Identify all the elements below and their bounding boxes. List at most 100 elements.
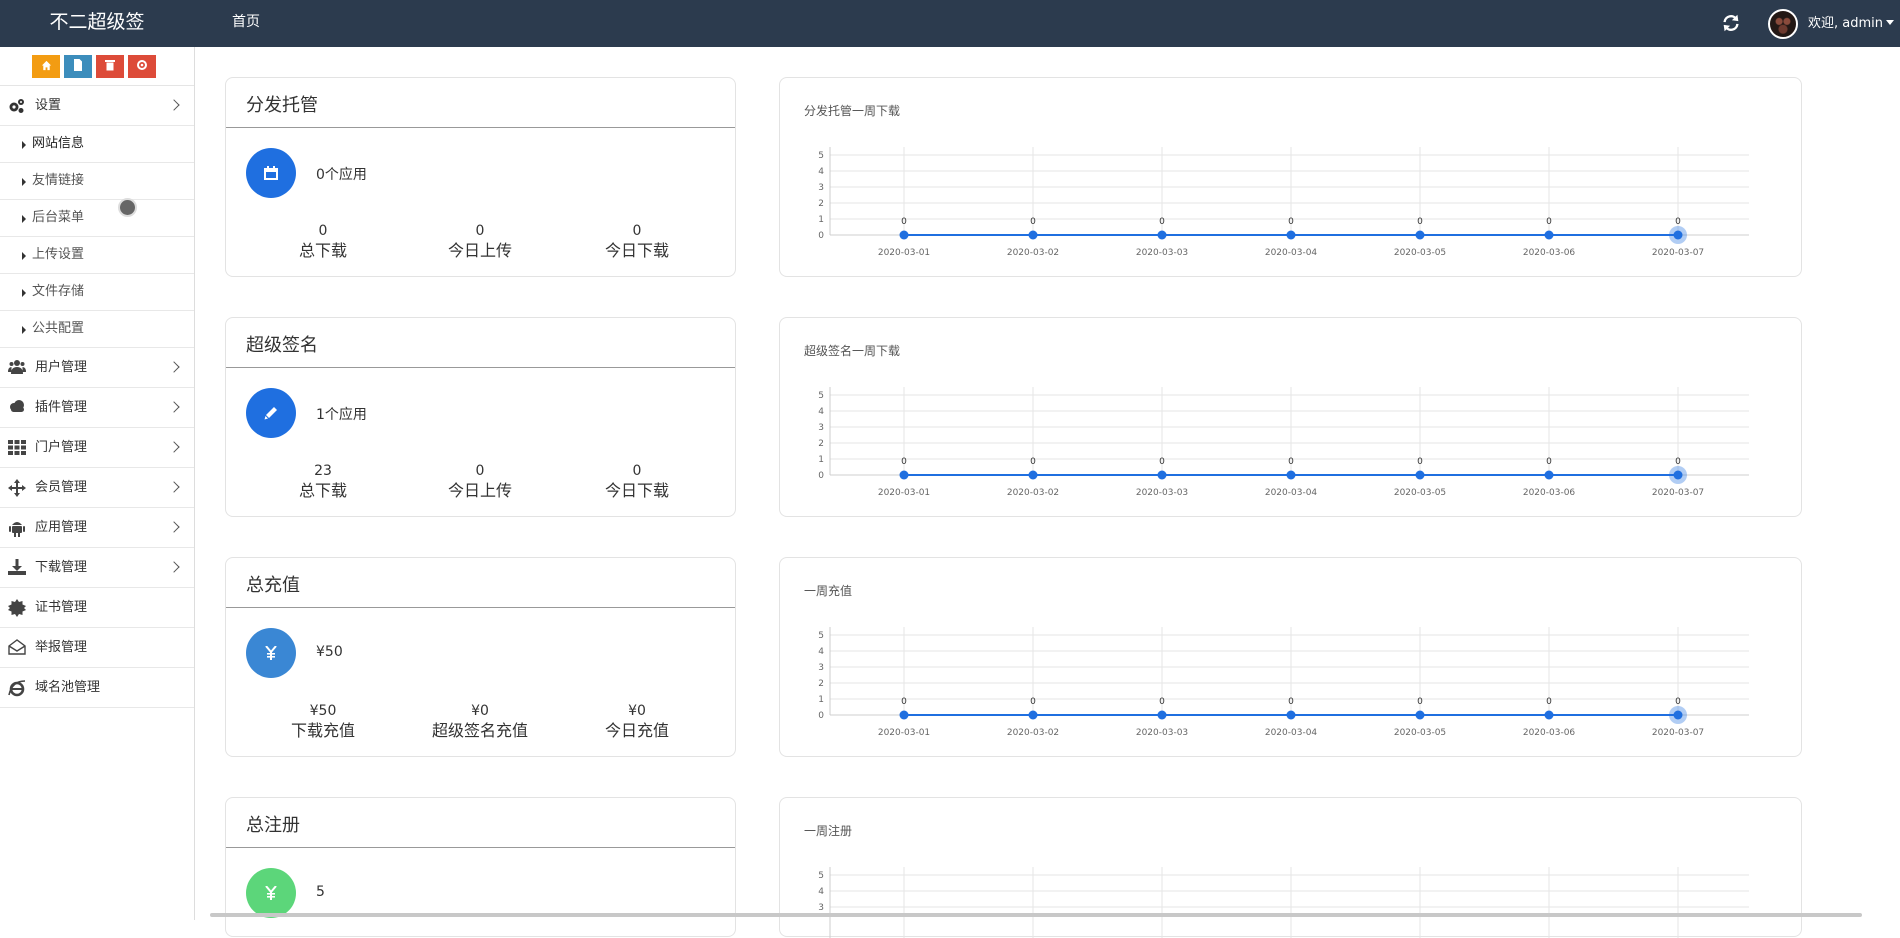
sidebar-item-label: 插件管理 [35,400,88,415]
x-tick-label: 2020-03-05 [1394,728,1446,738]
sidebar-item-certificates[interactable]: 证书管理 [0,588,194,628]
stat-value: 0 [318,223,328,239]
x-tick-label: 2020-03-02 [1007,488,1059,498]
data-label: 0 [1546,217,1552,227]
y-tick-label: 2 [818,679,824,689]
x-tick-label: 2020-03-02 [1007,728,1059,738]
y-tick-label: 0 [818,471,824,481]
recycle-icon [137,60,147,70]
sidebar-item-portal[interactable]: 门户管理 [0,428,194,468]
user-menu[interactable]: 欢迎, admin [1808,0,1894,47]
y-tick-label: 0 [818,231,824,241]
brand-logo[interactable]: 不二超级签 [0,0,194,47]
data-label: 0 [1417,697,1423,707]
file-icon [74,59,82,71]
chart-card-super-sign: 超级签名一周下载 0 1 2 3 4 5 2020-03-01 2020-03-02 2020-… [779,317,1802,517]
data-label: 0 [1030,217,1036,227]
chevron-right-icon [168,361,180,373]
yen-icon [265,885,277,900]
data-point [1157,710,1167,720]
data-point [1673,710,1683,720]
sidebar-item-plugins[interactable]: 插件管理 [0,388,194,428]
x-tick-label: 2020-03-06 [1523,488,1576,498]
data-point [1673,470,1683,480]
line-chart: 0 1 2 3 4 5 2020-03-01 2020-03-02 2020-03-03 2020… [818,147,1749,258]
card-title: 超级签名 [246,335,318,356]
line-chart: 3 4 5 [818,867,1749,938]
sidebar-item-downloads[interactable]: 下载管理 [0,548,194,588]
sidebar-subitem-admin-menu[interactable]: 后台菜单 [0,200,194,237]
data-point [1673,230,1683,240]
data-point [1157,470,1167,480]
data-label: 0 [1288,697,1294,707]
y-tick-label: 1 [818,455,824,465]
refresh-icon[interactable] [1720,12,1742,34]
chevron-right-icon [168,99,180,111]
sidebar-subitem-site-info[interactable]: 网站信息 [0,126,194,163]
recycle-button[interactable] [128,55,156,78]
sidebar-item-label: 会员管理 [35,480,88,495]
data-label: 0 [1159,217,1165,227]
trash-button[interactable] [96,55,124,78]
stat-value: 0 [632,463,642,479]
avatar[interactable] [1768,9,1798,39]
x-tick-label: 2020-03-04 [1265,728,1318,738]
y-tick-label: 3 [818,423,824,433]
sidebar-item-members[interactable]: 会员管理 [0,468,194,508]
card-distribution: 分发托管 0个应用 0 总下载 0 今日上传 0 今日下载 [225,77,736,277]
sidebar-item-domain-pool[interactable]: 域名池管理 [0,668,194,708]
sidebar-subitem-upload-settings[interactable]: 上传设置 [0,237,194,274]
data-label: 0 [901,217,907,227]
sidebar-item-apps[interactable]: 应用管理 [0,508,194,548]
data-label: 0 [1675,697,1681,707]
data-point [1286,470,1296,480]
data-label: 0 [1159,697,1165,707]
yen-icon [265,645,277,660]
home-button[interactable] [32,55,60,78]
x-tick-label: 2020-03-07 [1652,728,1704,738]
quick-actions [0,47,194,86]
subitem-label: 友情链接 [32,173,85,188]
data-label: 0 [1546,457,1552,467]
trash-icon [105,60,115,71]
sidebar-subitem-file-storage[interactable]: 文件存储 [0,274,194,311]
file-button[interactable] [64,55,92,78]
stat-label: 今日下载 [604,481,669,500]
caret-right-icon [22,141,26,149]
card-main-value: 1个应用 [316,407,367,423]
grid-icon [8,439,26,457]
sidebar-item-reports[interactable]: 举报管理 [0,628,194,668]
move-icon [8,479,26,497]
data-point [1415,230,1425,240]
data-label: 0 [1675,217,1681,227]
subitem-label: 公共配置 [32,321,85,336]
sidebar-subitem-public-config[interactable]: 公共配置 [0,311,194,348]
y-tick-label: 2 [818,199,824,209]
data-label: 0 [1030,457,1036,467]
sidebar-item-label: 用户管理 [35,360,88,375]
y-tick-label: 5 [818,391,824,401]
data-point [1157,230,1167,240]
calendar-icon [264,166,278,180]
top-bar: 不二超级签 首页 欢迎, admin [0,0,1900,47]
data-point [1415,470,1425,480]
x-tick-label: 2020-03-03 [1136,728,1188,738]
data-label: 0 [1675,457,1681,467]
stat-today-uploads: 0 今日上传 [405,462,555,502]
y-tick-label: 4 [818,887,824,897]
chart-card-recharge: 一周充值 0 1 2 3 4 5 2020-03-01 2020-03-02 2020-03-0… [779,557,1802,757]
data-label: 0 [1159,457,1165,467]
caret-right-icon [22,289,26,297]
sidebar-item-settings[interactable]: 设置 [0,86,194,126]
y-tick-label: 1 [818,215,824,225]
horizontal-scrollbar[interactable] [210,913,1862,917]
card-main-value: 0个应用 [316,167,367,183]
sidebar-subitem-friend-links[interactable]: 友情链接 [0,163,194,200]
card-icon-circle [246,628,296,678]
stat-value: ¥50 [309,703,337,719]
stat-today-uploads: 0 今日上传 [405,222,555,262]
nav-home-link[interactable]: 首页 [232,0,260,47]
data-label: 0 [901,697,907,707]
card-total-recharge: 总充值 ¥50 ¥50 下载充值 ¥0 超级签名充值 ¥0 今日充值 [225,557,736,757]
sidebar-item-users[interactable]: 用户管理 [0,348,194,388]
